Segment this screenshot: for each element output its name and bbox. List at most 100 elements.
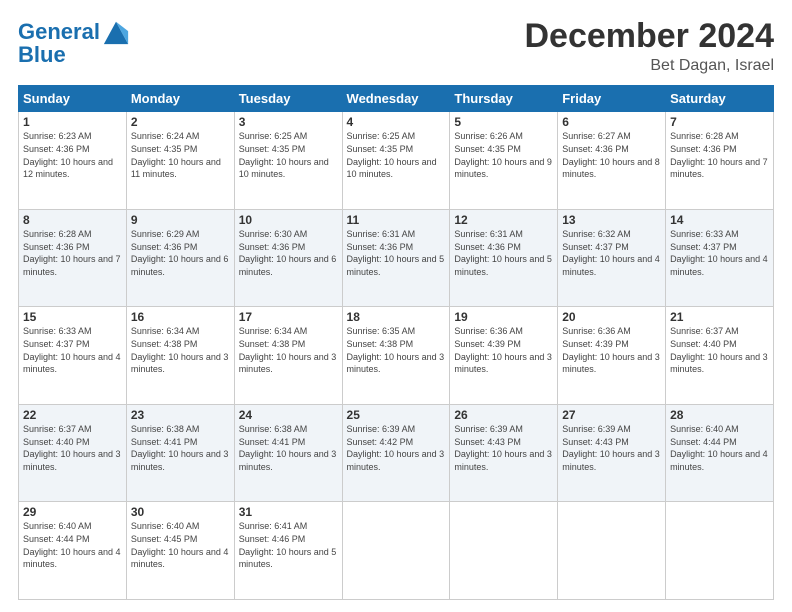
day-number: 24 (239, 408, 338, 422)
day-info: Sunrise: 6:39 AMSunset: 4:42 PMDaylight:… (347, 424, 445, 472)
day-info: Sunrise: 6:33 AMSunset: 4:37 PMDaylight:… (23, 326, 121, 374)
table-row: 10 Sunrise: 6:30 AMSunset: 4:36 PMDayligh… (234, 209, 342, 307)
location: Bet Dagan, Israel (524, 57, 774, 75)
table-row: 29 Sunrise: 6:40 AMSunset: 4:44 PMDayligh… (19, 502, 127, 600)
day-number: 19 (454, 310, 553, 324)
day-info: Sunrise: 6:25 AMSunset: 4:35 PMDaylight:… (239, 131, 329, 179)
table-row: 31 Sunrise: 6:41 AMSunset: 4:46 PMDayligh… (234, 502, 342, 600)
logo-icon (102, 18, 130, 46)
table-row: 9Sunrise: 6:29 AMSunset: 4:36 PMDaylight… (126, 209, 234, 307)
day-info: Sunrise: 6:28 AMSunset: 4:36 PMDaylight:… (23, 229, 121, 277)
table-row: 8 Sunrise: 6:28 AMSunset: 4:36 PMDaylight… (19, 209, 127, 307)
day-info: Sunrise: 6:30 AMSunset: 4:36 PMDaylight:… (239, 229, 337, 277)
calendar-row: 29 Sunrise: 6:40 AMSunset: 4:44 PMDayligh… (19, 502, 774, 600)
col-saturday: Saturday (666, 86, 774, 112)
month-title: December 2024 (524, 18, 774, 55)
day-number: 3 (239, 115, 338, 129)
table-row: 22 Sunrise: 6:37 AMSunset: 4:40 PMDayligh… (19, 404, 127, 502)
table-row: 16Sunrise: 6:34 AMSunset: 4:38 PMDayligh… (126, 307, 234, 405)
calendar-row: 15 Sunrise: 6:33 AMSunset: 4:37 PMDayligh… (19, 307, 774, 405)
day-info: Sunrise: 6:24 AMSunset: 4:35 PMDaylight:… (131, 131, 221, 179)
day-info: Sunrise: 6:36 AMSunset: 4:39 PMDaylight:… (562, 326, 660, 374)
col-monday: Monday (126, 86, 234, 112)
table-row: 17Sunrise: 6:34 AMSunset: 4:38 PMDayligh… (234, 307, 342, 405)
header: General Blue December 2024 Bet Dagan, Is… (18, 18, 774, 75)
table-row: 11 Sunrise: 6:31 AMSunset: 4:36 PMDayligh… (342, 209, 450, 307)
table-row: 27 Sunrise: 6:39 AMSunset: 4:43 PMDayligh… (558, 404, 666, 502)
col-tuesday: Tuesday (234, 86, 342, 112)
calendar-row: 8 Sunrise: 6:28 AMSunset: 4:36 PMDaylight… (19, 209, 774, 307)
day-info: Sunrise: 6:39 AMSunset: 4:43 PMDaylight:… (454, 424, 552, 472)
table-row (558, 502, 666, 600)
day-info: Sunrise: 6:27 AMSunset: 4:36 PMDaylight:… (562, 131, 660, 179)
table-row: 12 Sunrise: 6:31 AMSunset: 4:36 PMDayligh… (450, 209, 558, 307)
day-number: 26 (454, 408, 553, 422)
table-row: 26 Sunrise: 6:39 AMSunset: 4:43 PMDayligh… (450, 404, 558, 502)
table-row: 24 Sunrise: 6:38 AMSunset: 4:41 PMDayligh… (234, 404, 342, 502)
day-number: 27 (562, 408, 661, 422)
day-number: 29 (23, 505, 122, 519)
table-row: 1 Sunrise: 6:23 AMSunset: 4:36 PMDaylight… (19, 112, 127, 210)
table-row (342, 502, 450, 600)
table-row: 6 Sunrise: 6:27 AMSunset: 4:36 PMDaylight… (558, 112, 666, 210)
table-row: 4 Sunrise: 6:25 AMSunset: 4:35 PMDaylight… (342, 112, 450, 210)
day-number: 22 (23, 408, 122, 422)
day-info: Sunrise: 6:31 AMSunset: 4:36 PMDaylight:… (454, 229, 552, 277)
col-thursday: Thursday (450, 86, 558, 112)
day-number: 14 (670, 213, 769, 227)
table-row: 5 Sunrise: 6:26 AMSunset: 4:35 PMDaylight… (450, 112, 558, 210)
table-row: 15 Sunrise: 6:33 AMSunset: 4:37 PMDayligh… (19, 307, 127, 405)
day-number: 18 (347, 310, 446, 324)
table-row: 2 Sunrise: 6:24 AMSunset: 4:35 PMDaylight… (126, 112, 234, 210)
day-number: 12 (454, 213, 553, 227)
logo-text: General (18, 20, 100, 44)
day-info: Sunrise: 6:28 AMSunset: 4:36 PMDaylight:… (670, 131, 768, 179)
day-number: 4 (347, 115, 446, 129)
day-number: 15 (23, 310, 122, 324)
day-number: 28 (670, 408, 769, 422)
col-wednesday: Wednesday (342, 86, 450, 112)
logo: General Blue (18, 18, 130, 68)
day-number: 8 (23, 213, 122, 227)
table-row: 14 Sunrise: 6:33 AMSunset: 4:37 PMDayligh… (666, 209, 774, 307)
day-info: Sunrise: 6:26 AMSunset: 4:35 PMDaylight:… (454, 131, 552, 179)
day-number: 2 (131, 115, 230, 129)
table-row: 30 Sunrise: 6:40 AMSunset: 4:45 PMDayligh… (126, 502, 234, 600)
table-row: 13Sunrise: 6:32 AMSunset: 4:37 PMDayligh… (558, 209, 666, 307)
day-number: 6 (562, 115, 661, 129)
day-number: 11 (347, 213, 446, 227)
table-row: 19Sunrise: 6:36 AMSunset: 4:39 PMDayligh… (450, 307, 558, 405)
day-info: Sunrise: 6:33 AMSunset: 4:37 PMDaylight:… (670, 229, 768, 277)
day-number: 5 (454, 115, 553, 129)
day-info: Sunrise: 6:31 AMSunset: 4:36 PMDaylight:… (347, 229, 445, 277)
day-info: Sunrise: 6:40 AMSunset: 4:45 PMDaylight:… (131, 521, 229, 569)
col-friday: Friday (558, 86, 666, 112)
page: General Blue December 2024 Bet Dagan, Is… (0, 0, 792, 612)
table-row: 23Sunrise: 6:38 AMSunset: 4:41 PMDayligh… (126, 404, 234, 502)
calendar-row: 22 Sunrise: 6:37 AMSunset: 4:40 PMDayligh… (19, 404, 774, 502)
table-row: 25 Sunrise: 6:39 AMSunset: 4:42 PMDayligh… (342, 404, 450, 502)
day-number: 25 (347, 408, 446, 422)
day-info: Sunrise: 6:25 AMSunset: 4:35 PMDaylight:… (347, 131, 437, 179)
day-number: 20 (562, 310, 661, 324)
day-number: 31 (239, 505, 338, 519)
day-number: 16 (131, 310, 230, 324)
day-info: Sunrise: 6:23 AMSunset: 4:36 PMDaylight:… (23, 131, 113, 179)
day-info: Sunrise: 6:38 AMSunset: 4:41 PMDaylight:… (239, 424, 337, 472)
day-info: Sunrise: 6:37 AMSunset: 4:40 PMDaylight:… (670, 326, 768, 374)
table-row: 7 Sunrise: 6:28 AMSunset: 4:36 PMDaylight… (666, 112, 774, 210)
day-info: Sunrise: 6:34 AMSunset: 4:38 PMDaylight:… (239, 326, 337, 374)
day-info: Sunrise: 6:39 AMSunset: 4:43 PMDaylight:… (562, 424, 660, 472)
day-info: Sunrise: 6:41 AMSunset: 4:46 PMDaylight:… (239, 521, 337, 569)
day-info: Sunrise: 6:40 AMSunset: 4:44 PMDaylight:… (23, 521, 121, 569)
day-number: 7 (670, 115, 769, 129)
day-number: 13 (562, 213, 661, 227)
day-number: 1 (23, 115, 122, 129)
table-row (450, 502, 558, 600)
day-info: Sunrise: 6:37 AMSunset: 4:40 PMDaylight:… (23, 424, 121, 472)
calendar-row: 1 Sunrise: 6:23 AMSunset: 4:36 PMDaylight… (19, 112, 774, 210)
title-block: December 2024 Bet Dagan, Israel (524, 18, 774, 75)
calendar-table: Sunday Monday Tuesday Wednesday Thursday… (18, 85, 774, 600)
day-number: 30 (131, 505, 230, 519)
day-number: 10 (239, 213, 338, 227)
